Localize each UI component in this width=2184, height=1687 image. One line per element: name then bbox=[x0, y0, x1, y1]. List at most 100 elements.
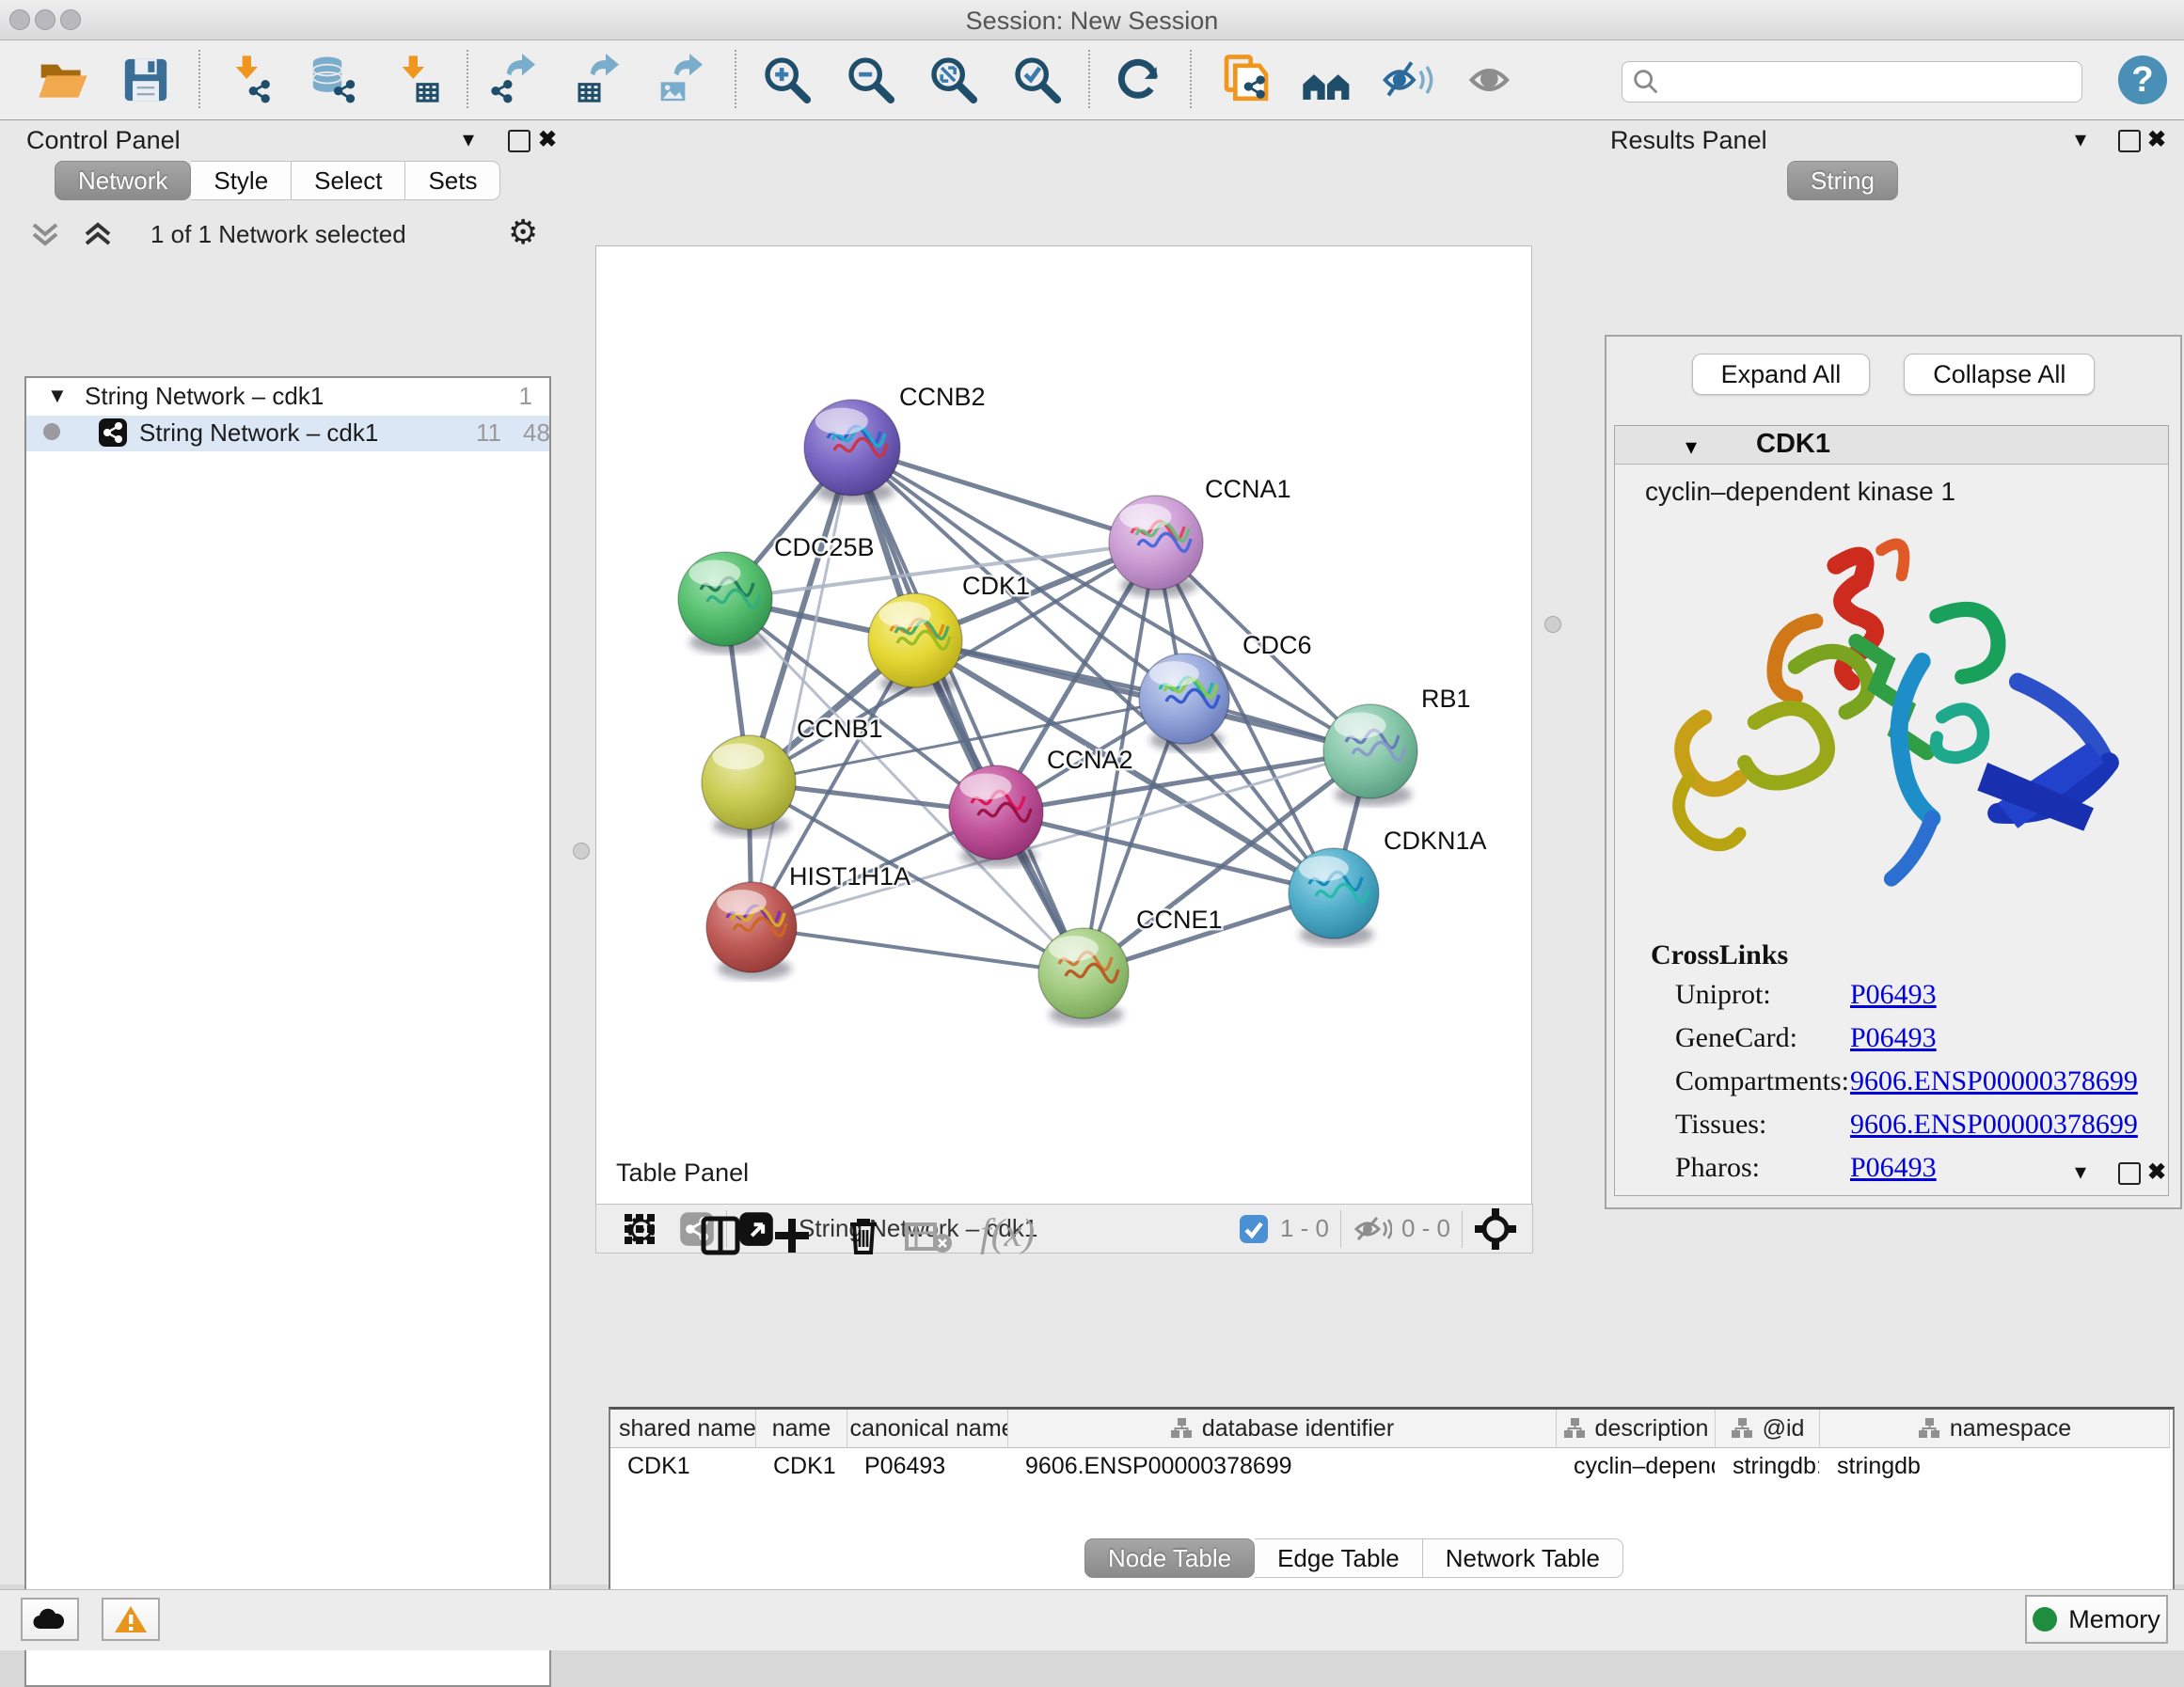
network-options-gear-icon[interactable]: ⚙ bbox=[508, 213, 538, 252]
network-node-ccnb2[interactable] bbox=[804, 400, 900, 503]
network-node-ccna2[interactable] bbox=[949, 765, 1043, 867]
control-panel-close-icon[interactable]: ✖ bbox=[538, 126, 557, 153]
table-settings-gear-icon[interactable]: ⚙ bbox=[625, 1209, 658, 1253]
tab-edge-table[interactable]: Edge Table bbox=[1255, 1538, 1423, 1578]
network-node-cdc6[interactable] bbox=[1139, 654, 1229, 751]
control-panel-float-icon[interactable] bbox=[508, 130, 530, 152]
delete-column-icon[interactable] bbox=[841, 1213, 886, 1258]
crosslink-link-genecard-[interactable]: P06493 bbox=[1850, 1022, 1937, 1054]
hide-selected-icon[interactable] bbox=[1381, 54, 1433, 106]
table-panel-float-icon[interactable] bbox=[2118, 1162, 2141, 1185]
column-header-name[interactable]: name bbox=[756, 1410, 847, 1448]
search-input[interactable] bbox=[1670, 64, 2081, 100]
tree-expander-icon[interactable]: ▼ bbox=[47, 384, 68, 408]
table-cell--id[interactable]: stringdb:9... bbox=[1716, 1448, 1819, 1484]
selected-checkbox-icon[interactable] bbox=[1239, 1214, 1269, 1244]
zoom-in-icon[interactable] bbox=[761, 54, 814, 106]
collapse-all-tree-icon[interactable] bbox=[28, 217, 122, 251]
network-tree-row-selected[interactable]: String Network – cdk1 11 48 bbox=[26, 416, 549, 451]
table-panel-collapse-icon[interactable]: ▾ bbox=[2075, 1159, 2086, 1186]
add-column-icon[interactable] bbox=[769, 1213, 815, 1258]
tab-sets[interactable]: Sets bbox=[405, 161, 500, 200]
crosslink-link-pharos-[interactable]: P06493 bbox=[1850, 1152, 1937, 1184]
network-edge[interactable] bbox=[852, 448, 1084, 973]
search-box[interactable] bbox=[1622, 61, 2082, 102]
tab-network-table[interactable]: Network Table bbox=[1423, 1538, 1623, 1578]
table-panel-close-icon[interactable]: ✖ bbox=[2147, 1159, 2166, 1186]
network-selection-status: 1 of 1 Network selected bbox=[150, 220, 406, 249]
tab-network[interactable]: Network bbox=[55, 161, 191, 200]
birds-eye-view-icon[interactable] bbox=[1474, 1207, 1517, 1251]
crosslink-label: Tissues: bbox=[1675, 1109, 1766, 1140]
tab-style[interactable]: Style bbox=[191, 161, 292, 200]
memory-button[interactable]: Memory bbox=[2025, 1595, 2168, 1644]
network-graph[interactable]: CCNB2CCNA1CDC25BCDK1CDC6RB1CCNB1CCNA2CDK… bbox=[596, 246, 1531, 1205]
crosslink-link-tissues-[interactable]: 9606.ENSP00000378699 bbox=[1850, 1109, 2138, 1141]
column-header--id[interactable]: @id bbox=[1716, 1410, 1820, 1448]
crosslink-row: Uniprot:P06493 bbox=[1675, 979, 2145, 1022]
results-panel-tab-string[interactable]: String bbox=[1787, 161, 1898, 200]
control-panel-collapse-icon[interactable]: ▾ bbox=[463, 126, 474, 153]
function-builder-icon[interactable]: f(x) bbox=[980, 1211, 1035, 1256]
network-edge[interactable] bbox=[752, 927, 1084, 973]
zoom-out-icon[interactable] bbox=[845, 54, 897, 106]
import-database-icon[interactable] bbox=[308, 54, 360, 106]
warning-status-button[interactable] bbox=[102, 1598, 160, 1641]
results-panel-float-icon[interactable] bbox=[2118, 130, 2141, 152]
expand-all-button[interactable]: Expand All bbox=[1692, 354, 1871, 395]
zoom-fit-icon[interactable] bbox=[927, 54, 980, 106]
clone-network-icon[interactable] bbox=[1220, 54, 1273, 106]
network-node-rb1[interactable] bbox=[1323, 704, 1417, 806]
network-node-cdc25b[interactable] bbox=[678, 552, 772, 654]
right-splitter-handle[interactable] bbox=[1544, 616, 1561, 633]
import-network-icon[interactable] bbox=[225, 54, 277, 106]
table-cell-shared-name[interactable]: CDK1 bbox=[610, 1448, 755, 1484]
collapse-card-icon[interactable]: ▾ bbox=[1685, 434, 1697, 461]
zoom-selected-icon[interactable] bbox=[1011, 54, 1064, 106]
open-file-icon[interactable] bbox=[37, 54, 89, 106]
results-panel-close-icon[interactable]: ✖ bbox=[2147, 126, 2166, 153]
table-cell-description[interactable]: cyclin–dependent ... bbox=[1557, 1448, 1715, 1484]
left-splitter-handle[interactable] bbox=[573, 843, 590, 859]
tab-node-table[interactable]: Node Table bbox=[1084, 1538, 1255, 1578]
column-header-description[interactable]: description bbox=[1557, 1410, 1716, 1448]
network-node-ccna1[interactable] bbox=[1109, 496, 1203, 597]
results-panel-collapse-icon[interactable]: ▾ bbox=[2075, 126, 2086, 153]
network-node-ccnb1[interactable] bbox=[702, 735, 796, 837]
network-node-cdk1[interactable] bbox=[868, 593, 962, 695]
cloud-icon bbox=[32, 1606, 68, 1632]
show-all-icon[interactable] bbox=[1301, 54, 1353, 106]
network-node-hist1h1a[interactable] bbox=[706, 882, 797, 980]
table-cell-database-identifier[interactable]: 9606.ENSP00000378699 bbox=[1008, 1448, 1556, 1484]
import-table-icon[interactable] bbox=[391, 54, 444, 106]
network-node-ccne1[interactable] bbox=[1038, 928, 1129, 1026]
column-header-canonical-name[interactable]: canonical name bbox=[847, 1410, 1008, 1448]
delete-table-icon[interactable] bbox=[905, 1221, 954, 1254]
column-header-shared-name[interactable]: shared name bbox=[610, 1410, 756, 1448]
collapse-all-button[interactable]: Collapse All bbox=[1904, 354, 2095, 395]
network-node-cdkn1a[interactable] bbox=[1289, 848, 1379, 946]
column-header-database-identifier[interactable]: database identifier bbox=[1008, 1410, 1557, 1448]
table-cell-namespace[interactable]: stringdb bbox=[1820, 1448, 2169, 1484]
column-header-namespace[interactable]: namespace bbox=[1820, 1410, 2170, 1448]
node-label-ccna2: CCNA2 bbox=[1047, 746, 1133, 774]
crosslink-link-compartments-[interactable]: 9606.ENSP00000378699 bbox=[1850, 1065, 2138, 1097]
tab-string[interactable]: String bbox=[1787, 161, 1898, 200]
control-panel-title: Control Panel bbox=[26, 126, 181, 155]
export-image-icon[interactable] bbox=[657, 54, 709, 106]
network-tree-root-row[interactable]: ▼ String Network – cdk1 1 bbox=[26, 382, 549, 416]
crosslink-link-uniprot-[interactable]: P06493 bbox=[1850, 979, 1937, 1011]
refresh-icon[interactable] bbox=[1113, 54, 1165, 106]
network-canvas[interactable]: CCNB2CCNA1CDC25BCDK1CDC6RB1CCNB1CCNA2CDK… bbox=[595, 245, 1532, 1206]
save-session-icon[interactable] bbox=[119, 54, 172, 106]
cloud-status-button[interactable] bbox=[21, 1598, 79, 1641]
export-table-icon[interactable] bbox=[573, 54, 625, 106]
table-cell-canonical-name[interactable]: P06493 bbox=[847, 1448, 1007, 1484]
tab-select[interactable]: Select bbox=[292, 161, 405, 200]
table-cell-name[interactable]: CDK1 bbox=[756, 1448, 847, 1484]
show-columns-icon[interactable] bbox=[698, 1213, 743, 1258]
show-selected-icon[interactable] bbox=[1467, 54, 1520, 106]
help-icon[interactable]: ? bbox=[2118, 55, 2167, 104]
export-network-icon[interactable] bbox=[489, 54, 542, 106]
protein-card-header[interactable]: ▾ CDK1 bbox=[1615, 426, 2168, 465]
